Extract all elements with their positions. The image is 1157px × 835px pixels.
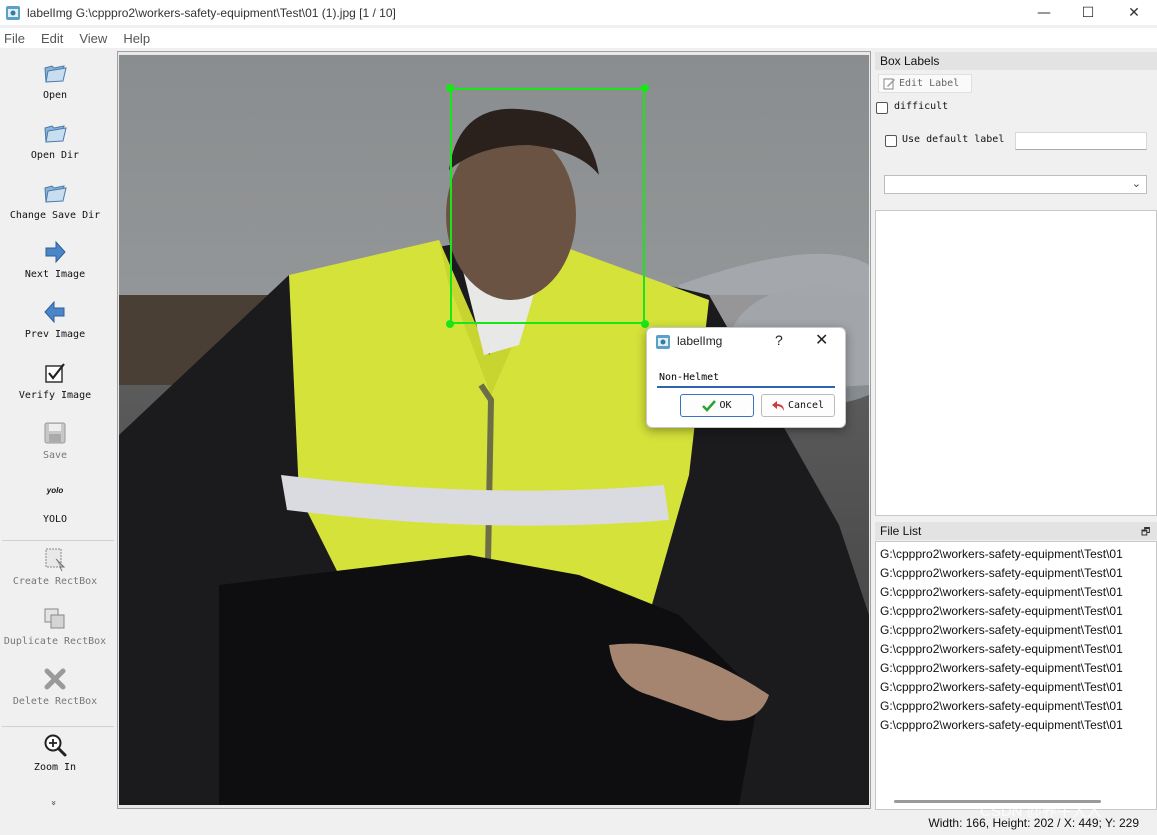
dialog-title: labelImg bbox=[677, 334, 723, 348]
dialog-help-button[interactable]: ? bbox=[775, 332, 783, 348]
arrow-left-icon bbox=[44, 300, 65, 324]
check-icon bbox=[702, 399, 717, 412]
toolbar-extension-button[interactable]: » bbox=[47, 798, 58, 808]
verify-image-button[interactable]: Verify Image bbox=[0, 360, 110, 401]
format-yolo-button[interactable]: yolo YOLO bbox=[0, 482, 110, 525]
duplicate-icon bbox=[44, 608, 65, 629]
window-title: labelImg G:\cpppro2\workers-safety-equip… bbox=[27, 5, 396, 20]
bbox-vertex-bottom-left[interactable] bbox=[446, 320, 454, 328]
labelimg-window: labelImg G:\cpppro2\workers-safety-equip… bbox=[0, 0, 1157, 835]
open-button[interactable]: Open bbox=[0, 60, 110, 101]
menu-view[interactable]: View bbox=[79, 31, 107, 46]
file-list-item[interactable]: G:\cpppro2\workers-safety-equipment\Test… bbox=[880, 547, 1123, 561]
bbox-vertex-top-left[interactable] bbox=[446, 84, 454, 92]
floppy-disk-icon bbox=[44, 422, 66, 444]
delete-cross-icon bbox=[44, 668, 66, 690]
toolbar-separator bbox=[2, 726, 114, 727]
folder-open-icon bbox=[44, 185, 67, 203]
save-label: Save bbox=[42, 450, 68, 461]
pencil-icon bbox=[883, 78, 895, 90]
yolo-icon: yolo bbox=[46, 486, 64, 495]
chevron-down-icon: ⌄ bbox=[1131, 177, 1141, 190]
default-label-input[interactable] bbox=[1015, 132, 1147, 150]
menu-file[interactable]: File bbox=[4, 31, 25, 46]
zoom-in-button[interactable]: Zoom In bbox=[0, 732, 110, 773]
watermark: CSDN @养牛大人 bbox=[980, 803, 1102, 820]
difficult-checkbox[interactable] bbox=[876, 102, 888, 114]
file-list-title: File List bbox=[875, 522, 1157, 540]
title-bar: labelImg G:\cpppro2\workers-safety-equip… bbox=[0, 0, 1157, 25]
duplicate-rectbox-button[interactable]: Duplicate RectBox bbox=[0, 606, 110, 647]
bbox-vertex-top-right[interactable] bbox=[641, 84, 649, 92]
label-combo-box[interactable]: ⌄ bbox=[884, 175, 1147, 194]
delete-rectbox-button[interactable]: Delete RectBox bbox=[0, 666, 110, 707]
undo-arrow-icon bbox=[771, 400, 784, 411]
zoom-in-label: Zoom In bbox=[33, 762, 77, 773]
menu-edit[interactable]: Edit bbox=[41, 31, 63, 46]
create-rectbox-icon bbox=[45, 548, 66, 572]
zoom-in-icon bbox=[44, 734, 67, 757]
next-image-label: Next Image bbox=[24, 269, 86, 280]
dialog-close-button[interactable]: ✕ bbox=[815, 330, 828, 349]
ok-button[interactable]: OK bbox=[680, 394, 754, 417]
folder-open-icon bbox=[44, 65, 67, 83]
difficult-label: difficult bbox=[894, 101, 949, 112]
next-image-button[interactable]: Next Image bbox=[0, 239, 110, 280]
left-toolbar: Open Open Dir Change Save Dir Next Image… bbox=[0, 50, 116, 810]
edit-label-button[interactable]: Edit Label bbox=[878, 74, 972, 93]
file-list-item[interactable]: G:\cpppro2\workers-safety-equipment\Test… bbox=[880, 604, 1123, 618]
folder-open-icon bbox=[44, 125, 67, 143]
file-list-item[interactable]: G:\cpppro2\workers-safety-equipment\Test… bbox=[880, 642, 1123, 656]
verify-image-label: Verify Image bbox=[18, 390, 92, 401]
open-dir-button[interactable]: Open Dir bbox=[0, 120, 110, 161]
save-button[interactable]: Save bbox=[0, 420, 110, 461]
minimize-button[interactable]: — bbox=[1021, 0, 1067, 25]
toolbar-separator bbox=[2, 540, 114, 541]
create-rectbox-label: Create RectBox bbox=[12, 576, 98, 587]
use-default-label-label: Use default label bbox=[902, 134, 1005, 145]
bbox-vertex-bottom-right[interactable] bbox=[641, 320, 649, 328]
open-dir-label: Open Dir bbox=[30, 150, 80, 161]
arrow-right-icon bbox=[45, 240, 66, 264]
file-list-item[interactable]: G:\cpppro2\workers-safety-equipment\Test… bbox=[880, 680, 1123, 694]
menu-bar: File Edit View Help bbox=[0, 28, 1157, 48]
format-label: YOLO bbox=[42, 514, 68, 525]
label-input[interactable] bbox=[657, 368, 835, 388]
edit-label-text: Edit Label bbox=[899, 78, 960, 89]
file-list-item[interactable]: G:\cpppro2\workers-safety-equipment\Test… bbox=[880, 585, 1123, 599]
prev-image-button[interactable]: Prev Image bbox=[0, 299, 110, 340]
file-list-item[interactable]: G:\cpppro2\workers-safety-equipment\Test… bbox=[880, 699, 1123, 713]
close-window-button[interactable]: ✕ bbox=[1111, 0, 1157, 25]
ok-label: OK bbox=[719, 400, 732, 411]
box-labels-title: Box Labels bbox=[875, 52, 1157, 70]
file-list-item[interactable]: G:\cpppro2\workers-safety-equipment\Test… bbox=[880, 566, 1123, 580]
cancel-button[interactable]: Cancel bbox=[761, 394, 835, 417]
label-list[interactable] bbox=[875, 210, 1157, 516]
labelimg-app-icon bbox=[5, 5, 21, 21]
maximize-button[interactable]: ☐ bbox=[1065, 0, 1111, 25]
bounding-box[interactable] bbox=[450, 88, 645, 324]
label-dialog: labelImg ? ✕ OK Cancel bbox=[646, 327, 846, 428]
labelimg-app-icon bbox=[656, 335, 670, 349]
menu-help[interactable]: Help bbox=[123, 31, 150, 46]
file-list-item[interactable]: G:\cpppro2\workers-safety-equipment\Test… bbox=[880, 661, 1123, 675]
open-label: Open bbox=[42, 90, 68, 101]
change-save-dir-button[interactable]: Change Save Dir bbox=[0, 180, 110, 221]
change-save-dir-label: Change Save Dir bbox=[9, 210, 101, 221]
file-list-item[interactable]: G:\cpppro2\workers-safety-equipment\Test… bbox=[880, 623, 1123, 637]
file-list[interactable]: G:\cpppro2\workers-safety-equipment\Test… bbox=[875, 541, 1157, 810]
dock-float-icon[interactable]: 🗗 bbox=[1141, 525, 1150, 542]
delete-rectbox-label: Delete RectBox bbox=[12, 696, 98, 707]
chevron-down-icon: » bbox=[47, 800, 58, 806]
file-list-item[interactable]: G:\cpppro2\workers-safety-equipment\Test… bbox=[880, 718, 1123, 732]
create-rectbox-button[interactable]: Create RectBox bbox=[0, 546, 110, 587]
checkbox-check-icon bbox=[45, 363, 65, 383]
cancel-label: Cancel bbox=[787, 400, 825, 411]
duplicate-rectbox-label: Duplicate RectBox bbox=[3, 636, 107, 647]
use-default-label-checkbox[interactable] bbox=[885, 135, 897, 147]
prev-image-label: Prev Image bbox=[24, 329, 86, 340]
